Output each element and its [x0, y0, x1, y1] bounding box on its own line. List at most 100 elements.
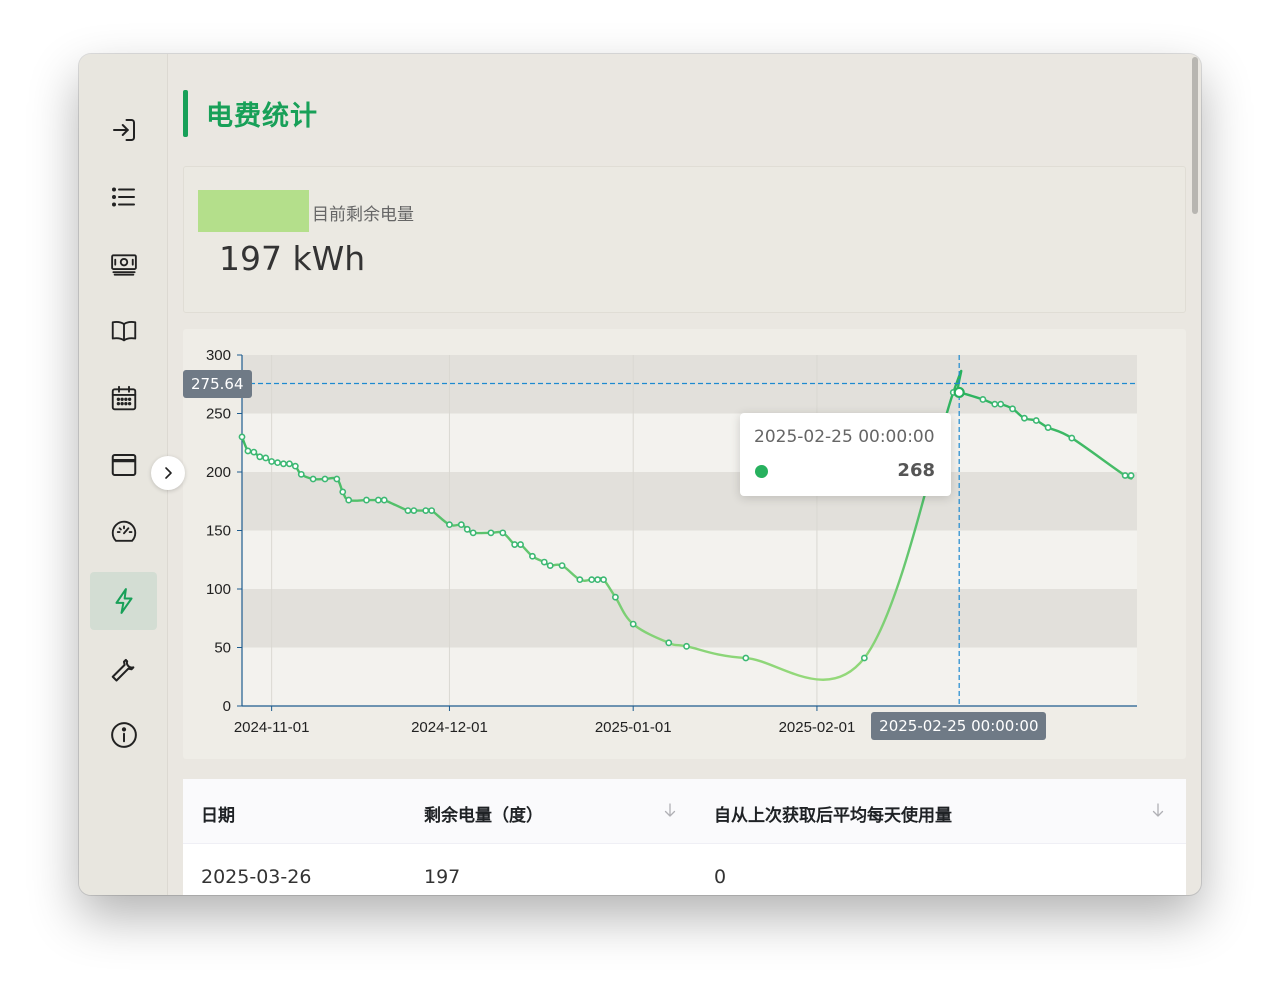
data-point [600, 576, 607, 584]
wrench-icon [111, 658, 134, 682]
data-point [1044, 424, 1052, 431]
data-point [1009, 405, 1016, 413]
x-tick-label: 2024-11-01 [234, 719, 310, 736]
data-point [291, 462, 299, 470]
money-icon [110, 254, 137, 276]
data-point [268, 458, 276, 465]
data-point [594, 576, 602, 584]
expand-sidebar-button[interactable] [151, 456, 185, 490]
column-header-remaining[interactable]: 剩余电量（度） [424, 801, 543, 826]
data-point [250, 448, 258, 456]
table-header: 日期 剩余电量（度） 自从上次获取后平均每天使用量 [183, 779, 1186, 844]
sidebar-item-window[interactable] [90, 436, 157, 494]
split-band [242, 413, 1137, 472]
data-point [529, 552, 536, 560]
data-point [860, 654, 868, 662]
sidebar-item-money[interactable] [90, 235, 157, 293]
data-point [1127, 472, 1135, 479]
x-tick-label: 2024-12-01 [411, 719, 488, 736]
data-point [280, 460, 287, 468]
x-tick-label: 2025-01-01 [595, 719, 672, 736]
data-point [487, 529, 495, 537]
data-point [576, 576, 584, 584]
sidebar-item-book[interactable] [90, 302, 157, 360]
sort-arrow-down-icon[interactable] [661, 801, 679, 819]
data-point [446, 521, 453, 529]
main-content: 电费统计 目前剩余电量 197 kWh 0 50 100 150 200 250 300 20… [168, 54, 1201, 895]
data-point [339, 488, 347, 496]
y-tick-label: 200 [206, 464, 231, 481]
sidebar-item-info[interactable] [90, 706, 157, 764]
data-point [1020, 414, 1028, 422]
stat-badge [198, 190, 309, 232]
sort-arrow-down-icon[interactable] [1149, 801, 1167, 819]
data-point [297, 470, 305, 478]
data-point [274, 459, 281, 467]
data-point [428, 507, 436, 515]
data-point [321, 475, 329, 483]
stat-value: 197 kWh [219, 239, 366, 278]
column-header-avg-usage[interactable]: 自从上次获取后平均每天使用量 [714, 801, 952, 826]
table-cell-remaining: 197 [424, 866, 461, 888]
x-axis-pointer-label: 2025-02-25 00:00:00 [871, 712, 1047, 740]
login-icon [112, 119, 135, 141]
chevron-right-icon [165, 467, 172, 479]
data-point [612, 593, 619, 601]
y-tick-label: 0 [223, 698, 231, 715]
split-band [242, 530, 1137, 589]
sidebar-item-dashboard[interactable] [90, 503, 157, 561]
y-axis-pointer-label: 275.64 [183, 369, 252, 398]
highlighted-point [953, 386, 965, 399]
app-window: 电费统计 目前剩余电量 197 kWh 0 50 100 150 200 250 300 20… [79, 54, 1201, 895]
table-cell-avg-usage: 0 [714, 866, 727, 888]
data-point [511, 541, 519, 548]
tooltip-value: 268 [897, 460, 935, 481]
data-point [629, 620, 637, 628]
data-point [404, 507, 412, 515]
tooltip-series-dot [755, 465, 768, 478]
sidebar-item-list[interactable] [90, 168, 157, 226]
data-point [262, 454, 270, 462]
data-point [588, 576, 596, 584]
data-table: 日期 剩余电量（度） 自从上次获取后平均每天使用量 2025-03-26 197… [183, 779, 1186, 895]
data-point [238, 433, 246, 441]
vertical-scrollbar[interactable] [1192, 57, 1198, 214]
sidebar-item-tools[interactable] [90, 639, 157, 697]
line-chart[interactable]: 0 50 100 150 200 250 300 2024-11-01 2024-12-01 20… [183, 329, 1186, 759]
sidebar-item-electricity[interactable] [90, 572, 157, 630]
table-cell-date: 2025-03-26 [201, 866, 312, 888]
data-point [463, 525, 471, 533]
data-point [333, 475, 341, 483]
data-point [546, 562, 554, 569]
list-icon [111, 187, 135, 207]
sidebar-item-calendar[interactable] [90, 369, 157, 427]
sidebar-item-login[interactable] [90, 101, 157, 159]
data-point [742, 654, 750, 662]
data-point [540, 558, 548, 566]
data-point [1121, 472, 1129, 479]
x-tick-label: 2025-02-01 [779, 719, 856, 736]
lightning-icon [115, 588, 132, 614]
data-point [499, 529, 507, 537]
tooltip-date: 2025-02-25 00:00:00 [754, 427, 935, 447]
data-point [286, 460, 293, 468]
data-point [256, 453, 264, 461]
y-tick-label: 150 [206, 523, 231, 540]
data-point [517, 541, 524, 548]
data-point [410, 507, 418, 515]
stat-label: 目前剩余电量 [312, 205, 414, 225]
chart-tooltip: 2025-02-25 00:00:00 268 [740, 413, 951, 496]
data-point [1068, 434, 1076, 442]
y-tick-label: 50 [214, 640, 231, 657]
data-point [380, 496, 388, 504]
data-point [991, 400, 999, 408]
title-accent-bar [183, 90, 188, 137]
data-point [683, 642, 690, 650]
remaining-power-card: 目前剩余电量 197 kWh [183, 166, 1186, 313]
window-icon [111, 454, 136, 476]
chart-card[interactable]: 0 50 100 150 200 250 300 2024-11-01 2024-12-01 20… [183, 329, 1186, 759]
data-point [997, 400, 1005, 408]
data-point [363, 496, 370, 504]
y-tick-label: 100 [206, 581, 231, 598]
column-header-date[interactable]: 日期 [201, 801, 235, 826]
